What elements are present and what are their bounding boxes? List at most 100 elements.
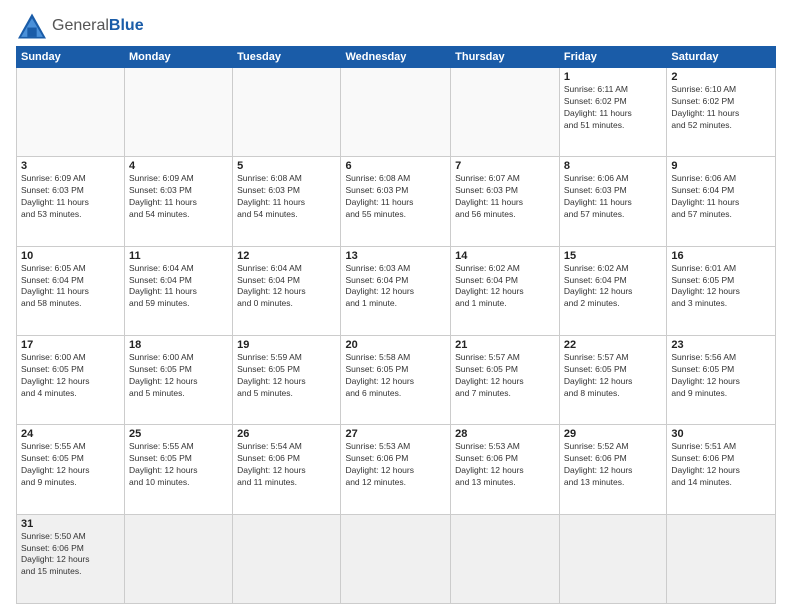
day-number: 26 xyxy=(237,428,336,440)
weekday-header-tuesday: Tuesday xyxy=(233,47,341,68)
calendar-header: SundayMondayTuesdayWednesdayThursdayFrid… xyxy=(17,47,776,68)
day-number: 3 xyxy=(21,160,120,172)
calendar-cell: 18Sunrise: 6:00 AM Sunset: 6:05 PM Dayli… xyxy=(125,335,233,424)
day-info: Sunrise: 5:56 AM Sunset: 6:05 PM Dayligh… xyxy=(671,352,771,400)
calendar-week-3: 10Sunrise: 6:05 AM Sunset: 6:04 PM Dayli… xyxy=(17,246,776,335)
calendar-cell: 3Sunrise: 6:09 AM Sunset: 6:03 PM Daylig… xyxy=(17,157,125,246)
day-number: 30 xyxy=(671,428,771,440)
calendar-cell: 5Sunrise: 6:08 AM Sunset: 6:03 PM Daylig… xyxy=(233,157,341,246)
calendar-cell: 28Sunrise: 5:53 AM Sunset: 6:06 PM Dayli… xyxy=(451,425,560,514)
day-info: Sunrise: 5:52 AM Sunset: 6:06 PM Dayligh… xyxy=(564,441,662,489)
logo: GeneralBlue xyxy=(16,12,144,40)
weekday-header-friday: Friday xyxy=(559,47,666,68)
day-info: Sunrise: 5:59 AM Sunset: 6:05 PM Dayligh… xyxy=(237,352,336,400)
calendar-cell: 25Sunrise: 5:55 AM Sunset: 6:05 PM Dayli… xyxy=(125,425,233,514)
calendar-cell: 7Sunrise: 6:07 AM Sunset: 6:03 PM Daylig… xyxy=(451,157,560,246)
day-number: 12 xyxy=(237,250,336,262)
calendar-cell xyxy=(451,68,560,157)
calendar-cell: 9Sunrise: 6:06 AM Sunset: 6:04 PM Daylig… xyxy=(667,157,776,246)
calendar-cell: 24Sunrise: 5:55 AM Sunset: 6:05 PM Dayli… xyxy=(17,425,125,514)
day-info: Sunrise: 6:04 AM Sunset: 6:04 PM Dayligh… xyxy=(237,263,336,311)
day-number: 19 xyxy=(237,339,336,351)
day-info: Sunrise: 6:06 AM Sunset: 6:03 PM Dayligh… xyxy=(564,173,662,221)
calendar-cell: 12Sunrise: 6:04 AM Sunset: 6:04 PM Dayli… xyxy=(233,246,341,335)
day-info: Sunrise: 6:06 AM Sunset: 6:04 PM Dayligh… xyxy=(671,173,771,221)
day-info: Sunrise: 6:02 AM Sunset: 6:04 PM Dayligh… xyxy=(455,263,555,311)
page: GeneralBlue SundayMondayTuesdayWednesday… xyxy=(0,0,792,612)
day-number: 11 xyxy=(129,250,228,262)
calendar-cell: 10Sunrise: 6:05 AM Sunset: 6:04 PM Dayli… xyxy=(17,246,125,335)
weekday-header-monday: Monday xyxy=(125,47,233,68)
calendar-cell: 23Sunrise: 5:56 AM Sunset: 6:05 PM Dayli… xyxy=(667,335,776,424)
calendar-cell xyxy=(233,514,341,603)
calendar-cell: 6Sunrise: 6:08 AM Sunset: 6:03 PM Daylig… xyxy=(341,157,451,246)
day-info: Sunrise: 5:57 AM Sunset: 6:05 PM Dayligh… xyxy=(455,352,555,400)
day-info: Sunrise: 5:54 AM Sunset: 6:06 PM Dayligh… xyxy=(237,441,336,489)
calendar-cell: 26Sunrise: 5:54 AM Sunset: 6:06 PM Dayli… xyxy=(233,425,341,514)
day-number: 14 xyxy=(455,250,555,262)
day-number: 29 xyxy=(564,428,662,440)
day-info: Sunrise: 6:09 AM Sunset: 6:03 PM Dayligh… xyxy=(21,173,120,221)
weekday-header-thursday: Thursday xyxy=(451,47,560,68)
day-info: Sunrise: 5:55 AM Sunset: 6:05 PM Dayligh… xyxy=(21,441,120,489)
calendar-cell: 11Sunrise: 6:04 AM Sunset: 6:04 PM Dayli… xyxy=(125,246,233,335)
calendar-cell: 16Sunrise: 6:01 AM Sunset: 6:05 PM Dayli… xyxy=(667,246,776,335)
calendar-cell: 15Sunrise: 6:02 AM Sunset: 6:04 PM Dayli… xyxy=(559,246,666,335)
calendar-cell xyxy=(341,514,451,603)
day-info: Sunrise: 6:08 AM Sunset: 6:03 PM Dayligh… xyxy=(345,173,446,221)
calendar-cell: 4Sunrise: 6:09 AM Sunset: 6:03 PM Daylig… xyxy=(125,157,233,246)
day-number: 28 xyxy=(455,428,555,440)
day-number: 5 xyxy=(237,160,336,172)
day-info: Sunrise: 5:55 AM Sunset: 6:05 PM Dayligh… xyxy=(129,441,228,489)
day-number: 21 xyxy=(455,339,555,351)
day-info: Sunrise: 5:51 AM Sunset: 6:06 PM Dayligh… xyxy=(671,441,771,489)
weekday-header-saturday: Saturday xyxy=(667,47,776,68)
day-number: 4 xyxy=(129,160,228,172)
calendar-cell xyxy=(667,514,776,603)
header: GeneralBlue xyxy=(16,12,776,40)
day-info: Sunrise: 5:50 AM Sunset: 6:06 PM Dayligh… xyxy=(21,531,120,579)
day-number: 15 xyxy=(564,250,662,262)
calendar-week-5: 24Sunrise: 5:55 AM Sunset: 6:05 PM Dayli… xyxy=(17,425,776,514)
day-number: 7 xyxy=(455,160,555,172)
calendar-cell: 1Sunrise: 6:11 AM Sunset: 6:02 PM Daylig… xyxy=(559,68,666,157)
day-number: 23 xyxy=(671,339,771,351)
day-number: 1 xyxy=(564,71,662,83)
calendar-cell: 31Sunrise: 5:50 AM Sunset: 6:06 PM Dayli… xyxy=(17,514,125,603)
day-info: Sunrise: 6:00 AM Sunset: 6:05 PM Dayligh… xyxy=(129,352,228,400)
day-info: Sunrise: 6:11 AM Sunset: 6:02 PM Dayligh… xyxy=(564,84,662,132)
day-number: 8 xyxy=(564,160,662,172)
day-number: 10 xyxy=(21,250,120,262)
day-info: Sunrise: 5:53 AM Sunset: 6:06 PM Dayligh… xyxy=(455,441,555,489)
day-number: 22 xyxy=(564,339,662,351)
day-info: Sunrise: 6:02 AM Sunset: 6:04 PM Dayligh… xyxy=(564,263,662,311)
weekday-header-row: SundayMondayTuesdayWednesdayThursdayFrid… xyxy=(17,47,776,68)
day-info: Sunrise: 6:01 AM Sunset: 6:05 PM Dayligh… xyxy=(671,263,771,311)
calendar-week-4: 17Sunrise: 6:00 AM Sunset: 6:05 PM Dayli… xyxy=(17,335,776,424)
calendar-cell: 19Sunrise: 5:59 AM Sunset: 6:05 PM Dayli… xyxy=(233,335,341,424)
calendar-week-2: 3Sunrise: 6:09 AM Sunset: 6:03 PM Daylig… xyxy=(17,157,776,246)
day-info: Sunrise: 5:58 AM Sunset: 6:05 PM Dayligh… xyxy=(345,352,446,400)
day-info: Sunrise: 6:08 AM Sunset: 6:03 PM Dayligh… xyxy=(237,173,336,221)
calendar-cell: 17Sunrise: 6:00 AM Sunset: 6:05 PM Dayli… xyxy=(17,335,125,424)
day-number: 18 xyxy=(129,339,228,351)
day-number: 13 xyxy=(345,250,446,262)
calendar-cell: 13Sunrise: 6:03 AM Sunset: 6:04 PM Dayli… xyxy=(341,246,451,335)
day-number: 16 xyxy=(671,250,771,262)
calendar-table: SundayMondayTuesdayWednesdayThursdayFrid… xyxy=(16,46,776,604)
calendar-cell: 29Sunrise: 5:52 AM Sunset: 6:06 PM Dayli… xyxy=(559,425,666,514)
day-info: Sunrise: 6:00 AM Sunset: 6:05 PM Dayligh… xyxy=(21,352,120,400)
calendar-cell: 21Sunrise: 5:57 AM Sunset: 6:05 PM Dayli… xyxy=(451,335,560,424)
calendar-cell: 8Sunrise: 6:06 AM Sunset: 6:03 PM Daylig… xyxy=(559,157,666,246)
day-number: 25 xyxy=(129,428,228,440)
day-info: Sunrise: 6:05 AM Sunset: 6:04 PM Dayligh… xyxy=(21,263,120,311)
generalblue-logo-icon xyxy=(16,12,48,40)
calendar-body: 1Sunrise: 6:11 AM Sunset: 6:02 PM Daylig… xyxy=(17,68,776,604)
day-number: 17 xyxy=(21,339,120,351)
calendar-cell: 30Sunrise: 5:51 AM Sunset: 6:06 PM Dayli… xyxy=(667,425,776,514)
day-number: 20 xyxy=(345,339,446,351)
weekday-header-wednesday: Wednesday xyxy=(341,47,451,68)
calendar-week-1: 1Sunrise: 6:11 AM Sunset: 6:02 PM Daylig… xyxy=(17,68,776,157)
day-number: 9 xyxy=(671,160,771,172)
calendar-cell xyxy=(125,514,233,603)
